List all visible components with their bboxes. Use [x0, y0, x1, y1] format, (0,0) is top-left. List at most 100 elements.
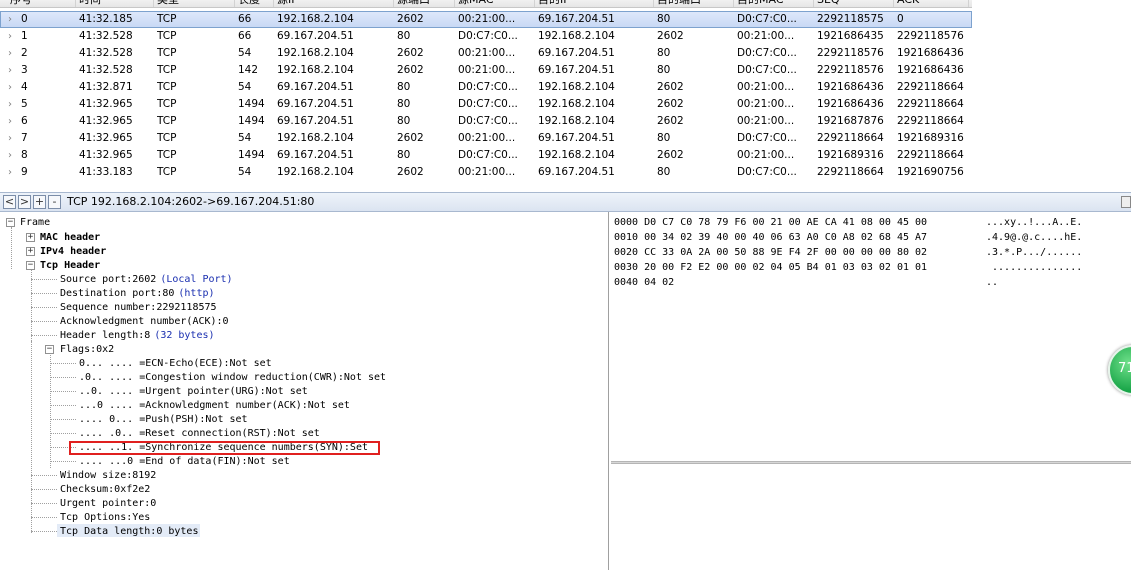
tree-flag-item[interactable]: 0... .... =ECN-Echo(ECE):Not set [79, 357, 272, 370]
hex-bytes-line[interactable]: 0000 D0 C7 C0 78 79 F6 00 21 00 AE CA 41… [614, 215, 927, 230]
column-header[interactable]: 源IP [274, 0, 394, 7]
tree-header-length[interactable]: Header length:8 (32 bytes) [60, 329, 215, 342]
row-expand-icon[interactable]: › [8, 45, 12, 62]
row-expand-icon[interactable]: › [8, 96, 12, 113]
tree-connector [31, 475, 57, 476]
table-row[interactable]: › 7 41:32.965 TCP 54 192.168.2.104 2602 00:21:0… [0, 130, 972, 147]
cell-src-ip: 69.167.204.51 [277, 149, 354, 161]
tree-frame[interactable]: Frame [20, 216, 50, 229]
tree-tcp-options[interactable]: Tcp Options:Yes [60, 511, 150, 524]
cell-src-port: 80 [397, 149, 411, 161]
column-header[interactable]: 目的端口 [654, 0, 734, 7]
hex-ascii-line[interactable]: .3.*.P.../...... [986, 245, 1082, 260]
row-expand-icon[interactable]: › [8, 62, 12, 79]
column-header[interactable]: 源MAC [455, 0, 535, 7]
tree-flag-item[interactable]: ..0. .... =Urgent pointer(URG):Not set [79, 385, 308, 398]
hex-ascii-line[interactable]: ............... [986, 260, 1082, 275]
row-expand-icon[interactable]: › [8, 164, 12, 181]
hex-ascii-line[interactable]: .4.9@.@.c....hE. [986, 230, 1082, 245]
row-expand-icon[interactable]: › [8, 79, 12, 96]
column-header[interactable]: 目的MAC [734, 0, 814, 7]
cell-dst-port: 2602 [657, 81, 684, 93]
table-row[interactable]: › 2 41:32.528 TCP 54 192.168.2.104 2602 00:21:0… [0, 45, 972, 62]
cell-type: TCP [157, 149, 177, 161]
tree-urgent-pointer[interactable]: Urgent pointer:0 [60, 497, 156, 510]
expand-icon[interactable]: + [26, 247, 35, 256]
hex-bytes-line[interactable]: 0020 CC 33 0A 2A 00 50 88 9E F4 2F 00 00… [614, 245, 927, 260]
collapse-icon[interactable]: − [26, 261, 35, 270]
cell-len: 142 [238, 64, 259, 76]
hex-ascii-line[interactable]: .. [986, 275, 998, 290]
cell-src-mac: D0:C7:C0... [458, 149, 518, 161]
row-expand-icon[interactable]: › [8, 11, 12, 28]
row-expand-icon[interactable]: › [8, 147, 12, 164]
column-header[interactable]: 类型 [154, 0, 235, 7]
column-header[interactable]: 长度 [235, 0, 274, 7]
tree-flag-item[interactable]: .... 0... =Push(PSH):Not set [79, 413, 248, 426]
table-row[interactable]: › 5 41:32.965 TCP 1494 69.167.204.51 80 D0:C7:C… [0, 96, 972, 113]
table-row[interactable]: › 3 41:32.528 TCP 142 192.168.2.104 2602 00:21:… [0, 62, 972, 79]
tree-connector [11, 227, 12, 269]
column-header[interactable]: 目的IP [535, 0, 654, 7]
table-row[interactable]: › 1 41:32.528 TCP 66 69.167.204.51 80 D0:C7:C0.… [0, 28, 972, 45]
tree-ack-number[interactable]: Acknowledgment number(ACK):0 [60, 315, 229, 328]
expand-icon[interactable]: + [26, 233, 35, 242]
hex-ascii-line[interactable]: ...xy..!...A..E. [986, 215, 1082, 230]
cell-ack: 0 [897, 13, 904, 25]
tree-tcp-header[interactable]: Tcp Header [40, 259, 100, 272]
tree-source-port[interactable]: Source port:2602 (Local Port) [60, 273, 233, 286]
filter-icon[interactable] [1121, 196, 1131, 208]
cell-dst-ip: 192.168.2.104 [538, 30, 615, 42]
hex-bytes-line[interactable]: 0010 00 34 02 39 40 00 40 06 63 A0 C0 A8… [614, 230, 927, 245]
tree-connector [31, 517, 57, 518]
hex-bytes-line[interactable]: 0040 04 02 [614, 275, 674, 290]
tree-window-size[interactable]: Window size:8192 [60, 469, 156, 482]
cell-len: 66 [238, 13, 252, 25]
row-expand-icon[interactable]: › [8, 130, 12, 147]
next-packet-button[interactable]: > [18, 195, 31, 209]
packet-list-table: 序号时间类型长度源IP源端口源MAC目的IP目的端口目的MACSEQACK › 0… [0, 0, 1131, 187]
collapse-icon[interactable]: − [45, 345, 54, 354]
cell-src-port: 2602 [397, 166, 424, 178]
cell-src-ip: 69.167.204.51 [277, 115, 354, 127]
tree-flag-item[interactable]: .... .0.. =Reset connection(RST):Not set [79, 427, 320, 440]
tree-flag-item[interactable]: .... ...0 =End of data(FIN):Not set [79, 455, 290, 468]
row-expand-icon[interactable]: › [8, 28, 12, 45]
cell-type: TCP [157, 47, 177, 59]
column-header[interactable]: 源端口 [394, 0, 455, 7]
tree-tcp-data-length[interactable]: Tcp Data length:0 bytes [60, 525, 198, 538]
tree-flag-item[interactable]: ...0 .... =Acknowledgment number(ACK):No… [79, 399, 350, 412]
tree-connector [31, 489, 57, 490]
cell-time: 41:32.528 [79, 47, 133, 59]
row-expand-icon[interactable]: › [8, 113, 12, 130]
cell-len: 1494 [238, 115, 265, 127]
column-header[interactable]: 序号 [7, 0, 76, 7]
tree-checksum[interactable]: Checksum:0xf2e2 [60, 483, 150, 496]
tree-destination-port[interactable]: Destination port:80 (http) [60, 287, 215, 300]
tree-mac-header[interactable]: MAC header [40, 231, 100, 244]
tree-flags[interactable]: Flags:0x2 [60, 343, 114, 356]
tree-flag-item[interactable]: .0.. .... =Congestion window reduction(C… [79, 371, 386, 384]
table-row[interactable]: › 8 41:32.965 TCP 1494 69.167.204.51 80 D0:C7:C… [0, 147, 972, 164]
tree-ipv4-header[interactable]: IPv4 header [40, 245, 106, 258]
column-header[interactable]: SEQ [814, 0, 894, 7]
column-header[interactable]: 时间 [76, 0, 154, 7]
cell-dst-port: 2602 [657, 149, 684, 161]
hex-bytes-line[interactable]: 0030 20 00 F2 E2 00 00 02 04 05 B4 01 03… [614, 260, 927, 275]
collapse-all-button[interactable]: - [48, 195, 61, 209]
collapse-icon[interactable]: − [6, 218, 15, 227]
table-row[interactable]: › 9 41:33.183 TCP 54 192.168.2.104 2602 00:21:0… [0, 164, 972, 181]
tree-sequence-number[interactable]: Sequence number:2292118575 [60, 301, 217, 314]
table-row[interactable]: › 6 41:32.965 TCP 1494 69.167.204.51 80 D0:C7:C… [0, 113, 972, 130]
table-row[interactable]: › 0 41:32.185 TCP 66 192.168.2.104 2602 00:21:0… [0, 11, 972, 28]
cell-seq: 2292118575 [817, 13, 884, 25]
cell-dst-port: 80 [657, 166, 671, 178]
prev-packet-button[interactable]: < [3, 195, 16, 209]
column-header[interactable]: ACK [894, 0, 969, 7]
syn-highlight-box [69, 441, 380, 455]
cell-time: 41:33.183 [79, 166, 133, 178]
table-row[interactable]: › 4 41:32.871 TCP 54 69.167.204.51 80 D0:C7:C0.… [0, 79, 972, 96]
cell-no: 5 [21, 98, 28, 110]
expand-all-button[interactable]: + [33, 195, 46, 209]
packet-rows: › 0 41:32.185 TCP 66 192.168.2.104 2602 00:21:0… [0, 11, 972, 181]
